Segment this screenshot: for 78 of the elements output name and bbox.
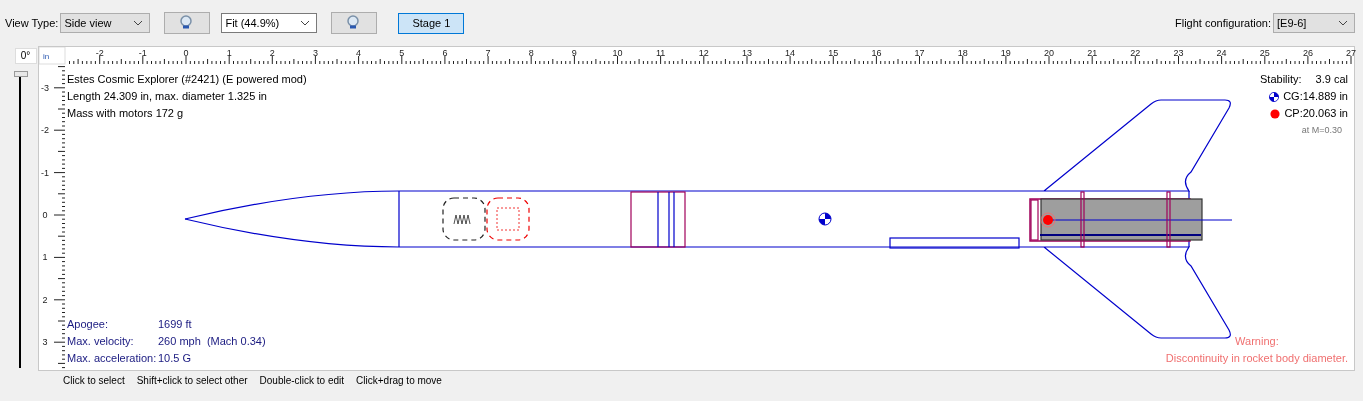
ruler-label: 13: [741, 48, 752, 58]
ruler-label: 1: [226, 48, 232, 58]
ruler-label: 6: [442, 48, 448, 58]
stability-value: 3.9 cal: [1315, 73, 1348, 86]
flight-configuration-label: Flight configuration:: [1175, 17, 1271, 29]
ruler-label: 21: [1087, 48, 1098, 58]
center-of-pressure-icon: [1270, 108, 1281, 119]
ruler-label: 1: [42, 252, 48, 263]
unit-label: in: [43, 52, 50, 61]
hint-text: Click to select: [63, 375, 125, 386]
ruler-label: 0: [183, 48, 189, 58]
stat-label: Max. acceleration:: [67, 352, 158, 365]
chevron-down-icon: [1338, 20, 1348, 26]
hint-text: Double-click to edit: [259, 375, 345, 386]
ruler-label: 8: [528, 48, 534, 58]
ruler-label: 17: [914, 48, 925, 58]
ruler-label: 18: [957, 48, 968, 58]
stat-value: 260 mph (Mach 0.34): [158, 335, 266, 348]
view-type-label: View Type:: [5, 17, 59, 29]
ruler-label: 3: [312, 48, 318, 58]
unit-box: [39, 47, 66, 65]
zoom-out-button[interactable]: [331, 12, 378, 34]
stage-button[interactable]: Stage 1: [398, 12, 465, 34]
stat-label: Apogee:: [67, 318, 109, 331]
ruler-label: -2: [95, 48, 104, 58]
ruler-label: 2: [269, 48, 275, 58]
ruler-label: 3: [42, 337, 48, 348]
ruler-label: 14: [785, 48, 796, 58]
rocket-info-text: Estes Cosmic Explorer (#2421) (E powered mod): [67, 73, 307, 86]
warning-text: Discontinuity in rocket body diameter.: [1165, 352, 1348, 365]
stability-label: Stability:: [1260, 73, 1302, 86]
ruler-label: 24: [1216, 48, 1227, 58]
ruler-label: 11: [656, 48, 666, 58]
stat-value: 10.5 G: [158, 352, 193, 365]
chevron-down-icon: [133, 20, 144, 26]
ruler-label: 22: [1130, 48, 1141, 58]
ruler-label: 4: [356, 48, 362, 58]
rocket-info-text: Mass with motors 172 g: [67, 107, 185, 120]
mach-note: at M=0.30: [1301, 124, 1342, 137]
ruler-label: 20: [1044, 48, 1054, 58]
rotation-angle-field[interactable]: 0°: [14, 48, 37, 64]
flight-configuration-dropdown[interactable]: [E9-6]: [1273, 13, 1355, 33]
ruler-label: 9: [571, 48, 577, 58]
view-type-dropdown[interactable]: Side view: [60, 13, 151, 33]
ruler-label: 7: [485, 48, 491, 58]
ruler-label: 25: [1259, 48, 1270, 58]
design-canvas[interactable]: [38, 46, 1355, 371]
cp-value: CP:20.063 in: [1284, 107, 1348, 120]
rocket-info-text: Length 24.309 in, max. diameter 1.325 in: [67, 90, 268, 103]
ruler-label: 0: [42, 210, 48, 220]
ruler-label: -2: [41, 125, 49, 136]
ruler-label: -1: [41, 167, 49, 178]
ruler-label: 15: [828, 48, 839, 58]
hint-text: Click+drag to move: [356, 375, 442, 386]
cg-value: CG:14.889 in: [1283, 90, 1348, 103]
stat-label: Max. velocity:: [67, 335, 135, 348]
center-of-pressure-icon: [1040, 212, 1056, 228]
ruler-label: 16: [871, 48, 882, 58]
zoom-dropdown[interactable]: Fit (44.9%): [221, 13, 318, 33]
center-of-gravity-icon: [1269, 91, 1280, 102]
ruler-label: 27: [1346, 48, 1356, 58]
ruler-label: 10: [612, 48, 623, 58]
rocket-drawing[interactable]: [184, 99, 1233, 339]
ruler-label: 12: [698, 48, 709, 58]
ruler-label: 19: [1000, 48, 1011, 58]
rotation-slider-thumb[interactable]: [14, 71, 28, 77]
center-of-gravity-icon: [818, 212, 832, 226]
ruler-label: 2: [42, 294, 48, 305]
chevron-down-icon: [300, 20, 311, 26]
ruler-label: -3: [41, 82, 49, 93]
ruler-label: 26: [1302, 48, 1313, 58]
hint-text: Shift+click to select other: [136, 375, 248, 386]
ruler-label: 5: [399, 48, 405, 58]
ruler-label: -1: [138, 48, 147, 58]
warning-text: Warning:: [1235, 335, 1279, 348]
stat-value: 1699 ft: [158, 318, 193, 331]
zoom-in-button[interactable]: [164, 12, 211, 34]
ruler-label: 23: [1173, 48, 1184, 58]
